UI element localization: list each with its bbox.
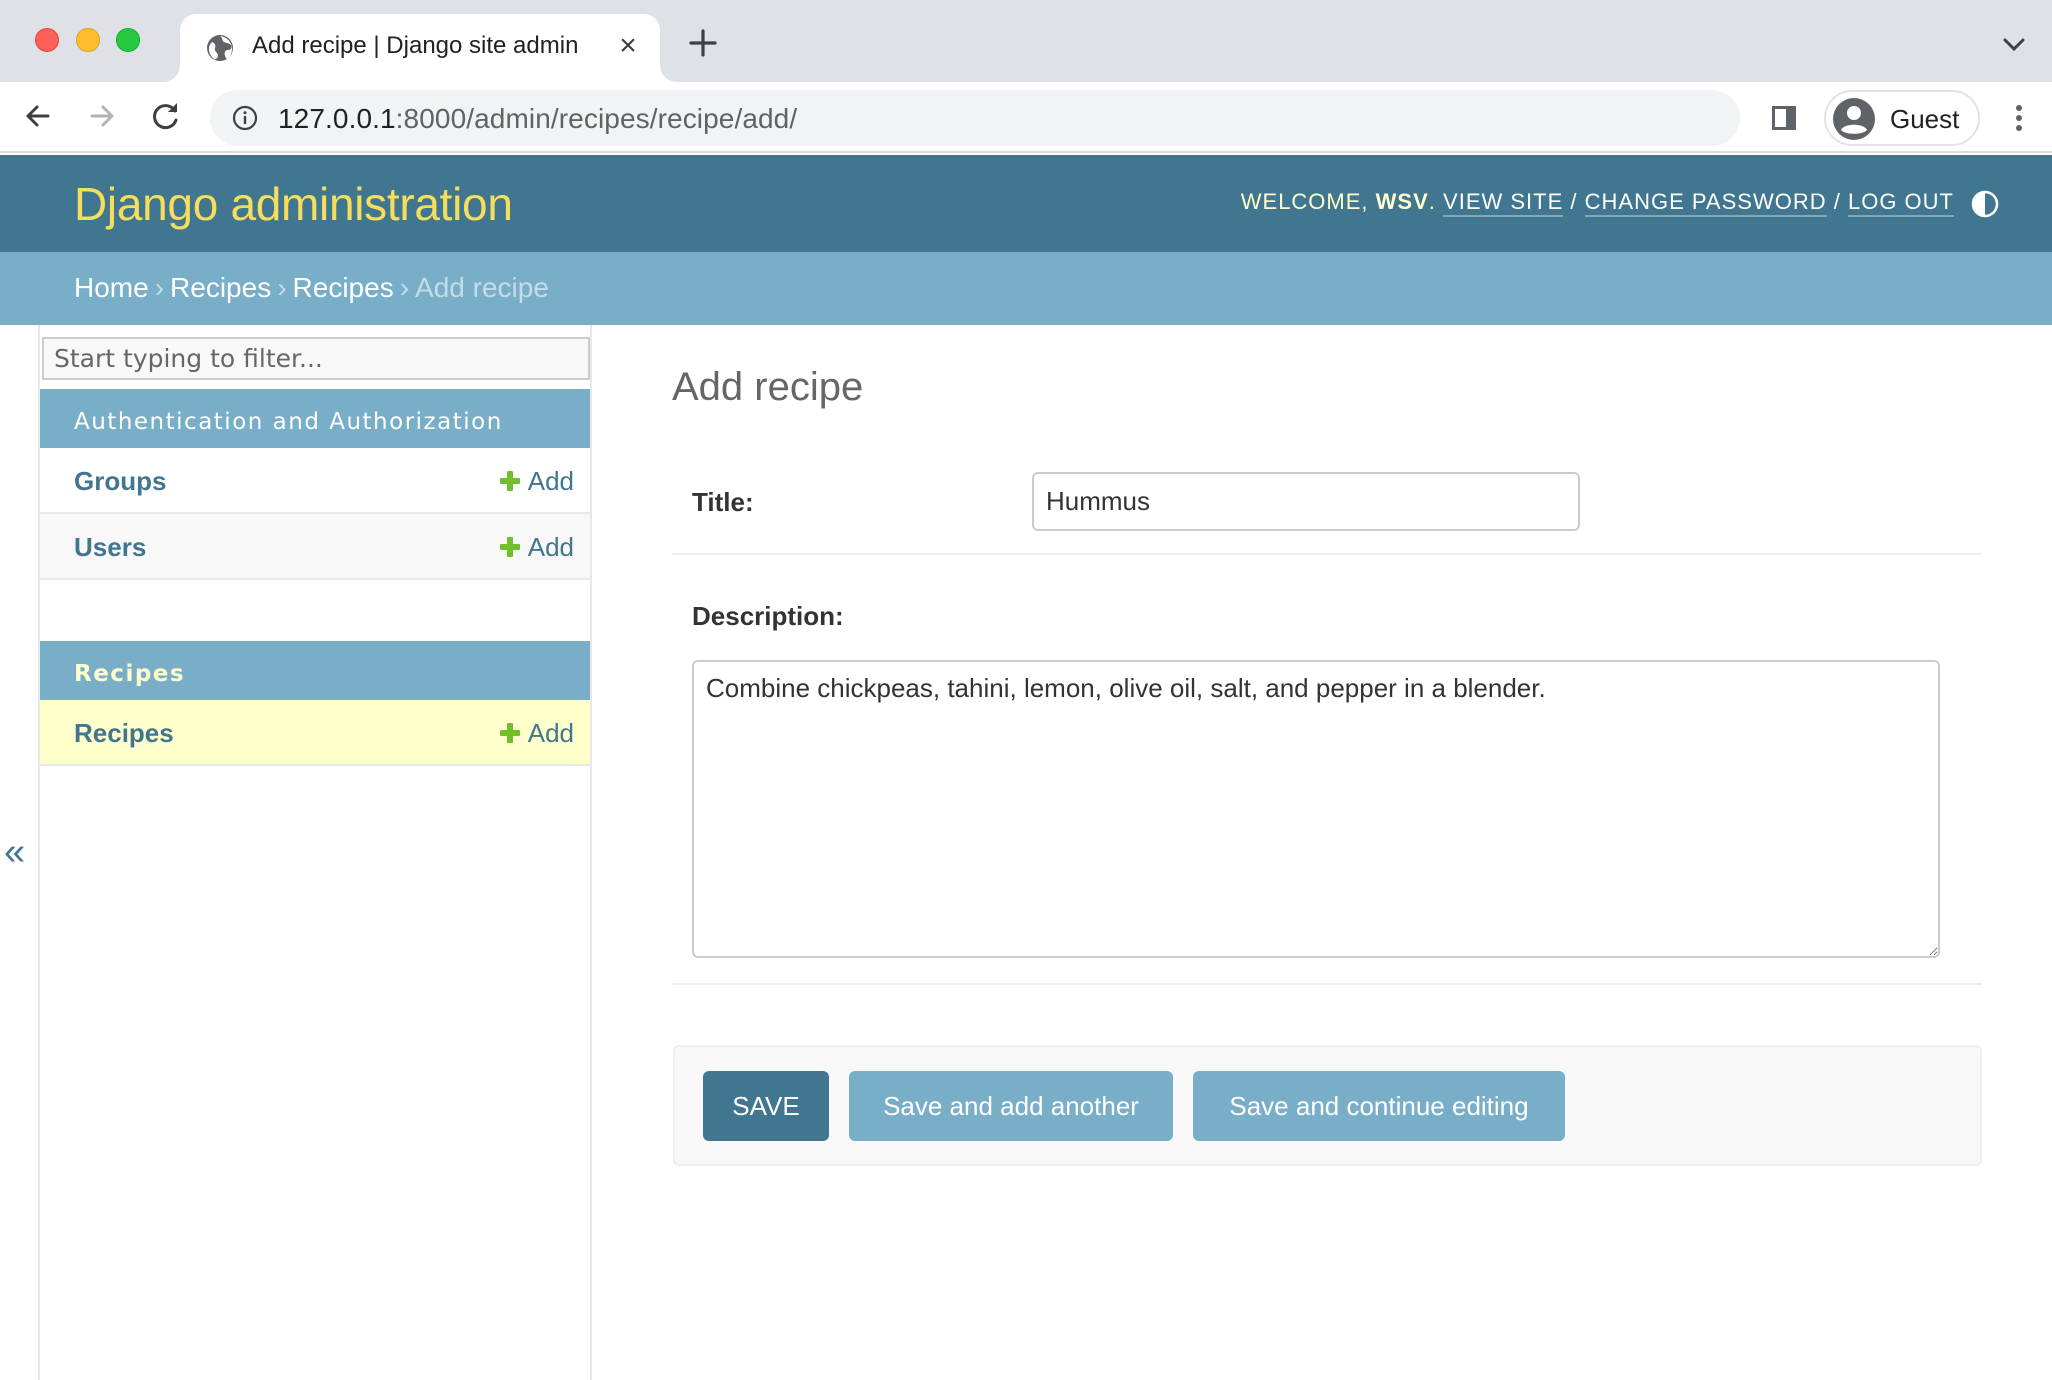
welcome-text: Welcome, [1240,189,1369,214]
nav-filter-input[interactable] [42,337,590,380]
separator: / [1570,189,1578,214]
side-panel-icon[interactable] [1770,104,1798,132]
module-caption-auth[interactable]: Authentication and Authorization [40,389,590,448]
tab-title: Add recipe | Django site admin [252,32,579,59]
plus-icon [499,537,520,557]
collapse-icon: « [4,831,26,873]
site-brand[interactable]: Django administration [74,177,513,231]
module-caption-recipes[interactable]: Recipes [40,641,590,700]
site-header: Django administration Welcome, WSV. View… [0,155,2052,252]
add-label: Add [527,466,574,496]
avatar-icon [1833,98,1875,140]
save-and-continue-button[interactable]: Save and continue editing [1193,1071,1565,1141]
title-input[interactable] [1032,472,1580,531]
plus-icon [499,723,520,743]
globe-icon [207,35,233,61]
username: WSV [1375,189,1429,214]
sidebar-item-recipes: Recipes Add [40,700,590,766]
profile-name: Guest [1890,104,1960,134]
toggle-nav-sidebar-button[interactable]: « [0,325,36,1380]
add-users-link[interactable]: Add [499,532,574,563]
add-groups-link[interactable]: Add [499,466,574,497]
info-icon[interactable] [232,105,258,131]
url-host: 127.0.0.1 [278,103,396,134]
breadcrumb-separator: › [154,272,165,303]
tab-close-icon[interactable]: × [612,30,644,62]
chevron-down-icon[interactable] [2000,34,2028,56]
form-row-title: Title: [672,445,1982,555]
separator: / [1833,189,1841,214]
log-out-link[interactable]: Log out [1847,189,1954,217]
breadcrumb-app[interactable]: Recipes [170,272,271,303]
breadcrumb-model[interactable]: Recipes [293,272,394,303]
model-link-users[interactable]: Users [74,532,146,563]
browser-tab-strip: Add recipe | Django site admin × [0,0,2052,82]
model-link-groups[interactable]: Groups [74,466,166,497]
save-and-add-another-button[interactable]: Save and add another [849,1071,1173,1141]
nav-sidebar: Authentication and Authorization Groups … [38,325,592,1380]
breadcrumb-home[interactable]: Home [74,272,149,303]
back-arrow-icon[interactable] [18,96,58,136]
title-label: Title: [692,487,754,517]
window-minimize-button[interactable] [76,28,100,52]
change-password-link[interactable]: Change password [1584,189,1827,217]
model-link-recipes[interactable]: Recipes [74,718,174,749]
description-textarea[interactable]: Combine chickpeas, tahini, lemon, olive … [692,660,1940,958]
description-label: Description: [692,601,844,631]
browser-tab-active[interactable]: Add recipe | Django site admin × [164,14,676,82]
sidebar-item-users: Users Add [40,514,590,580]
add-label: Add [527,532,574,562]
breadcrumb-separator: › [277,272,287,303]
window-zoom-button[interactable] [116,28,140,52]
forward-arrow-icon[interactable] [82,96,122,136]
url-text[interactable]: 127.0.0.1:8000/admin/recipes/recipe/add/ [278,103,797,135]
sidebar-item-groups: Groups Add [40,448,590,514]
breadcrumb: Home › Recipes › Recipes › Add recipe [0,252,2052,325]
view-site-link[interactable]: View site [1443,189,1564,217]
save-button[interactable]: Save [703,1071,829,1141]
plus-icon [499,471,520,491]
browser-toolbar: 127.0.0.1:8000/admin/recipes/recipe/add/… [0,82,2052,153]
add-label: Add [527,718,574,748]
more-vert-icon[interactable] [2004,100,2034,136]
profile-button[interactable]: Guest [1824,90,1980,146]
submit-row: Save Save and add another Save and conti… [673,1045,1982,1166]
add-recipes-link[interactable]: Add [499,718,574,749]
address-bar[interactable]: 127.0.0.1:8000/admin/recipes/recipe/add/ [210,90,1740,146]
theme-toggle-icon[interactable] [1970,189,2000,219]
page-title: Add recipe [672,365,864,409]
breadcrumb-separator: › [399,272,410,303]
new-tab-icon[interactable] [686,26,720,60]
breadcrumb-current: Add recipe [415,272,549,303]
window-close-button[interactable] [35,28,59,52]
reload-icon[interactable] [146,96,186,136]
user-tools: Welcome, WSV. View site / Change passwor… [1240,189,1954,217]
form-row-description: Description: Combine chickpeas, tahini, … [672,555,1982,985]
url-path: :8000/admin/recipes/recipe/add/ [395,103,798,134]
